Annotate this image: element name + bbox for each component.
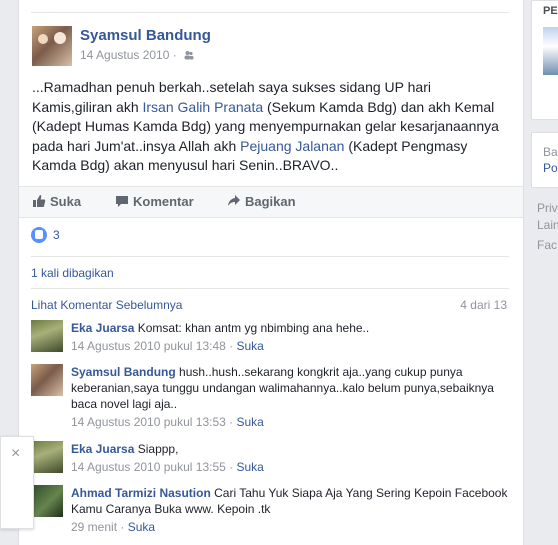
divider bbox=[31, 256, 509, 257]
comment-time[interactable]: 29 menit bbox=[71, 520, 117, 534]
post-text: ...Ramadhan penuh berkah..setelah saya s… bbox=[32, 78, 510, 176]
right-rail: PE Ba Po Priv Lain Fac bbox=[531, 0, 558, 545]
post-date[interactable]: 14 Agustus 2010 bbox=[80, 48, 169, 62]
post-action-bar: Suka Komentar Bagikan bbox=[19, 186, 523, 218]
comment-meta: 29 menit · Suka bbox=[71, 519, 509, 535]
comment-meta: 14 Agustus 2010 pukul 13:53 · Suka bbox=[71, 414, 509, 430]
comment-author[interactable]: Eka Juarsa bbox=[71, 321, 134, 335]
comments-header: Lihat Komentar Sebelumnya 4 dari 13 bbox=[31, 298, 507, 312]
comment-author[interactable]: Ahmad Tarmizi Nasution bbox=[71, 486, 211, 500]
rail-box: Ba Po bbox=[531, 132, 558, 188]
comment-body: Syamsul Bandung hush..hush..sekarang kon… bbox=[71, 364, 509, 430]
comment-text: Komsat: khan antm yg nbimbing ana hehe.. bbox=[137, 321, 370, 335]
comment-meta: 14 Agustus 2010 pukul 13:48 · Suka bbox=[71, 338, 509, 354]
rail-text: Ba bbox=[543, 145, 558, 159]
avatar[interactable] bbox=[31, 441, 63, 473]
share-arrow-icon bbox=[228, 195, 240, 206]
meta-separator: · bbox=[225, 415, 237, 429]
friends-icon[interactable] bbox=[184, 50, 194, 60]
rail-link[interactable]: Po bbox=[543, 161, 558, 175]
view-previous-comments-link[interactable]: Lihat Komentar Sebelumnya bbox=[31, 298, 182, 312]
meta-separator: · bbox=[117, 520, 128, 534]
comment-time[interactable]: 14 Agustus 2010 pukul 13:53 bbox=[71, 415, 226, 429]
rail-box: PE bbox=[531, 0, 558, 120]
chat-panel: × bbox=[0, 436, 34, 529]
like-thumb-icon bbox=[31, 227, 47, 243]
avatar[interactable] bbox=[31, 364, 63, 396]
comment-author[interactable]: Eka Juarsa bbox=[71, 442, 134, 456]
comment-body: Eka Juarsa Komsat: khan antm yg nbimbing… bbox=[71, 320, 509, 354]
divider bbox=[31, 288, 509, 289]
like-button[interactable]: Suka bbox=[32, 194, 81, 209]
meta-separator: · bbox=[225, 339, 237, 353]
footer-link[interactable]: Fac bbox=[537, 238, 557, 252]
comment-author[interactable]: Syamsul Bandung bbox=[71, 365, 176, 379]
rail-title: PE bbox=[543, 5, 558, 17]
tagged-user-link[interactable]: Irsan Galih Pranata bbox=[143, 99, 264, 115]
author-name[interactable]: Syamsul Bandung bbox=[80, 27, 211, 44]
comment-bubble-icon bbox=[116, 196, 128, 207]
shares-count[interactable]: 1 kali dibagikan bbox=[31, 266, 114, 280]
comment-time[interactable]: 14 Agustus 2010 pukul 13:55 bbox=[71, 460, 226, 474]
footer-link[interactable]: Lain bbox=[537, 218, 558, 232]
tagged-user-link[interactable]: Pejuang Jalanan bbox=[240, 138, 344, 154]
comment-like-link[interactable]: Suka bbox=[236, 339, 263, 353]
comment-button[interactable]: Komentar bbox=[115, 194, 194, 209]
divider bbox=[31, 12, 509, 13]
comment-body: Eka Juarsa Siappp, 14 Agustus 2010 pukul… bbox=[71, 441, 509, 475]
meta-separator: · bbox=[172, 48, 177, 62]
comment-like-link[interactable]: Suka bbox=[236, 415, 263, 429]
comments-count: 4 dari 13 bbox=[460, 298, 507, 312]
meta-separator: · bbox=[225, 460, 237, 474]
post-meta: 14 Agustus 2010 · bbox=[80, 48, 194, 62]
comment-label: Komentar bbox=[133, 194, 194, 209]
like-label: Suka bbox=[50, 194, 82, 209]
author-avatar[interactable] bbox=[32, 26, 72, 66]
comment-body: Ahmad Tarmizi Nasution Cari Tahu Yuk Sia… bbox=[71, 485, 509, 535]
avatar[interactable] bbox=[31, 485, 63, 517]
avatar[interactable] bbox=[31, 320, 63, 352]
footer-link[interactable]: Priv bbox=[537, 201, 558, 215]
post-card: Syamsul Bandung 14 Agustus 2010 · ...Ram… bbox=[18, 0, 524, 545]
comment-meta: 14 Agustus 2010 pukul 13:55 · Suka bbox=[71, 459, 509, 475]
reactions-summary[interactable]: 3 bbox=[31, 227, 60, 243]
rail-photo[interactable] bbox=[543, 27, 558, 75]
comment-text: Siappp, bbox=[137, 442, 179, 456]
reaction-count: 3 bbox=[53, 228, 60, 242]
share-label: Bagikan bbox=[245, 194, 296, 209]
comment-like-link[interactable]: Suka bbox=[128, 520, 155, 534]
like-thumb-icon bbox=[33, 195, 46, 207]
comment-time[interactable]: 14 Agustus 2010 pukul 13:48 bbox=[71, 339, 226, 353]
close-icon[interactable]: × bbox=[11, 445, 20, 463]
share-button[interactable]: Bagikan bbox=[227, 194, 296, 209]
comment-like-link[interactable]: Suka bbox=[236, 460, 263, 474]
